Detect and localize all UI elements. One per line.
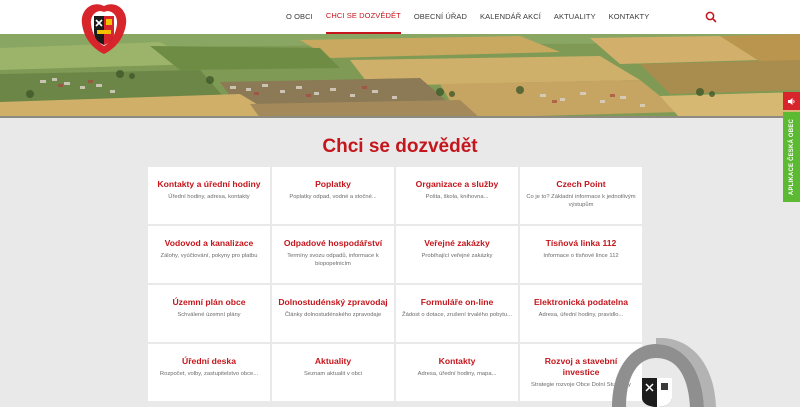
card-kontakty-a-uredni-hodiny[interactable]: Kontakty a úřední hodiny Úřední hodiny, … bbox=[148, 167, 270, 224]
card-title: Elektronická podatelna bbox=[533, 297, 629, 307]
card-czech-point[interactable]: Czech Point Co je to? Základní informace… bbox=[520, 167, 642, 224]
card-description: Pošta, škola, knihovna... bbox=[425, 194, 489, 200]
decorative-emblem-icon bbox=[612, 337, 716, 407]
search-icon bbox=[705, 11, 717, 23]
card-title: Vodovod a kanalizace bbox=[164, 238, 254, 248]
card-description: Informace o tísňové lince 112 bbox=[543, 253, 619, 259]
decorative-coat-of-arms-graphic bbox=[598, 337, 722, 407]
card-description: Úřední hodiny, adresa, kontakty bbox=[168, 194, 250, 200]
card-title: Tísňová linka 112 bbox=[545, 238, 617, 248]
card-description: Žádost o dotace, zrušení trvalého pobytu… bbox=[402, 312, 512, 318]
card-aktuality[interactable]: Aktuality Seznam aktualit v obci bbox=[272, 344, 394, 401]
nav-item-aktuality[interactable]: AKTUALITY bbox=[554, 0, 596, 34]
search-button[interactable] bbox=[704, 10, 718, 24]
card-description: Schválené územní plány bbox=[177, 312, 241, 318]
card-description: Probíhající veřejné zakázky bbox=[421, 253, 493, 259]
card-title: Územní plán obce bbox=[172, 297, 246, 307]
card-title: Kontakty bbox=[438, 356, 476, 366]
nav-item-kalendar-akci[interactable]: KALENDÁŘ AKCÍ bbox=[480, 0, 541, 34]
card-formulare-on-line[interactable]: Formuláře on-line Žádost o dotace, zruše… bbox=[396, 285, 518, 342]
card-description: Články dolnostudénského zpravodaje bbox=[284, 312, 382, 318]
card-elektronicka-podatelna[interactable]: Elektronická podatelna Adresa, úřední ho… bbox=[520, 285, 642, 342]
card-uzemni-plan-obce[interactable]: Územní plán obce Schválené územní plány bbox=[148, 285, 270, 342]
topics-grid: Kontakty a úřední hodiny Úřední hodiny, … bbox=[148, 167, 642, 401]
card-odpadove-hospodarstvi[interactable]: Odpadové hospodářství Termíny svozu odpa… bbox=[272, 226, 394, 283]
card-description: Termíny svozu odpadů, informace k biopop… bbox=[287, 253, 379, 267]
card-title: Dolnostudénský zpravodaj bbox=[278, 297, 388, 307]
card-title: Poplatky bbox=[315, 179, 351, 189]
card-description: Rozpočet, volby, zastupitelstvo obce... bbox=[159, 371, 259, 377]
card-title: Organizace a služby bbox=[415, 179, 499, 189]
card-kontakty[interactable]: Kontakty Adresa, úřední hodiny, mapa... bbox=[396, 344, 518, 401]
card-title: Aktuality bbox=[314, 356, 352, 366]
card-title: Veřejné zakázky bbox=[424, 238, 490, 248]
nav-item-obecni-urad[interactable]: OBECNÍ ÚŘAD bbox=[414, 0, 467, 34]
nav-item-o-obci[interactable]: O OBCI bbox=[286, 0, 313, 34]
card-description: Zálohy, vyúčtování, pokyny pro platbu bbox=[160, 253, 258, 259]
card-title: Formuláře on-line bbox=[420, 297, 494, 307]
nav-item-chci-se-dozvedet[interactable]: CHCI SE DOZVĚDĚT bbox=[325, 0, 401, 34]
card-description: Adresa, úřední hodiny, mapa... bbox=[417, 371, 497, 377]
page-title: Chci se dozvědět bbox=[322, 136, 478, 157]
site-logo[interactable] bbox=[78, 2, 130, 56]
card-description: Co je to? Základní informace k jednotliv… bbox=[526, 194, 636, 208]
card-title: Kontakty a úřední hodiny bbox=[157, 179, 261, 189]
card-uredni-deska[interactable]: Úřední deska Rozpočet, volby, zastupitel… bbox=[148, 344, 270, 401]
card-organizace-a-sluzby[interactable]: Organizace a služby Pošta, škola, knihov… bbox=[396, 167, 518, 224]
card-title: Czech Point bbox=[556, 179, 606, 189]
card-dolnostudensky-zpravodaj[interactable]: Dolnostudénský zpravodaj Články dolnostu… bbox=[272, 285, 394, 342]
card-title: Odpadové hospodářství bbox=[283, 238, 383, 248]
card-title: Úřední deska bbox=[182, 356, 236, 366]
card-description: Seznam aktualit v obci bbox=[304, 371, 362, 377]
card-tisnova-linka-112[interactable]: Tísňová linka 112 Informace o tísňové li… bbox=[520, 226, 642, 283]
nav-item-kontakty[interactable]: KONTAKTY bbox=[609, 0, 650, 34]
card-poplatky[interactable]: Poplatky Poplatky odpad, vodné a stočné.… bbox=[272, 167, 394, 224]
speaker-icon bbox=[788, 97, 795, 105]
card-description: Adresa, úřední hodiny, pravidlo... bbox=[538, 312, 624, 318]
coat-of-arms-icon bbox=[81, 4, 127, 54]
main-navigation: O OBCI CHCI SE DOZVĚDĚT OBECNÍ ÚŘAD KALE… bbox=[286, 0, 662, 34]
site-header: O OBCI CHCI SE DOZVĚDĚT OBECNÍ ÚŘAD KALE… bbox=[0, 0, 800, 54]
card-verejne-zakazky[interactable]: Veřejné zakázky Probíhající veřejné zaká… bbox=[396, 226, 518, 283]
card-vodovod-a-kanalizace[interactable]: Vodovod a kanalizace Zálohy, vyúčtování,… bbox=[148, 226, 270, 283]
accessibility-speaker-tab[interactable] bbox=[783, 92, 800, 110]
card-description: Poplatky odpad, vodné a stočné... bbox=[289, 194, 377, 200]
